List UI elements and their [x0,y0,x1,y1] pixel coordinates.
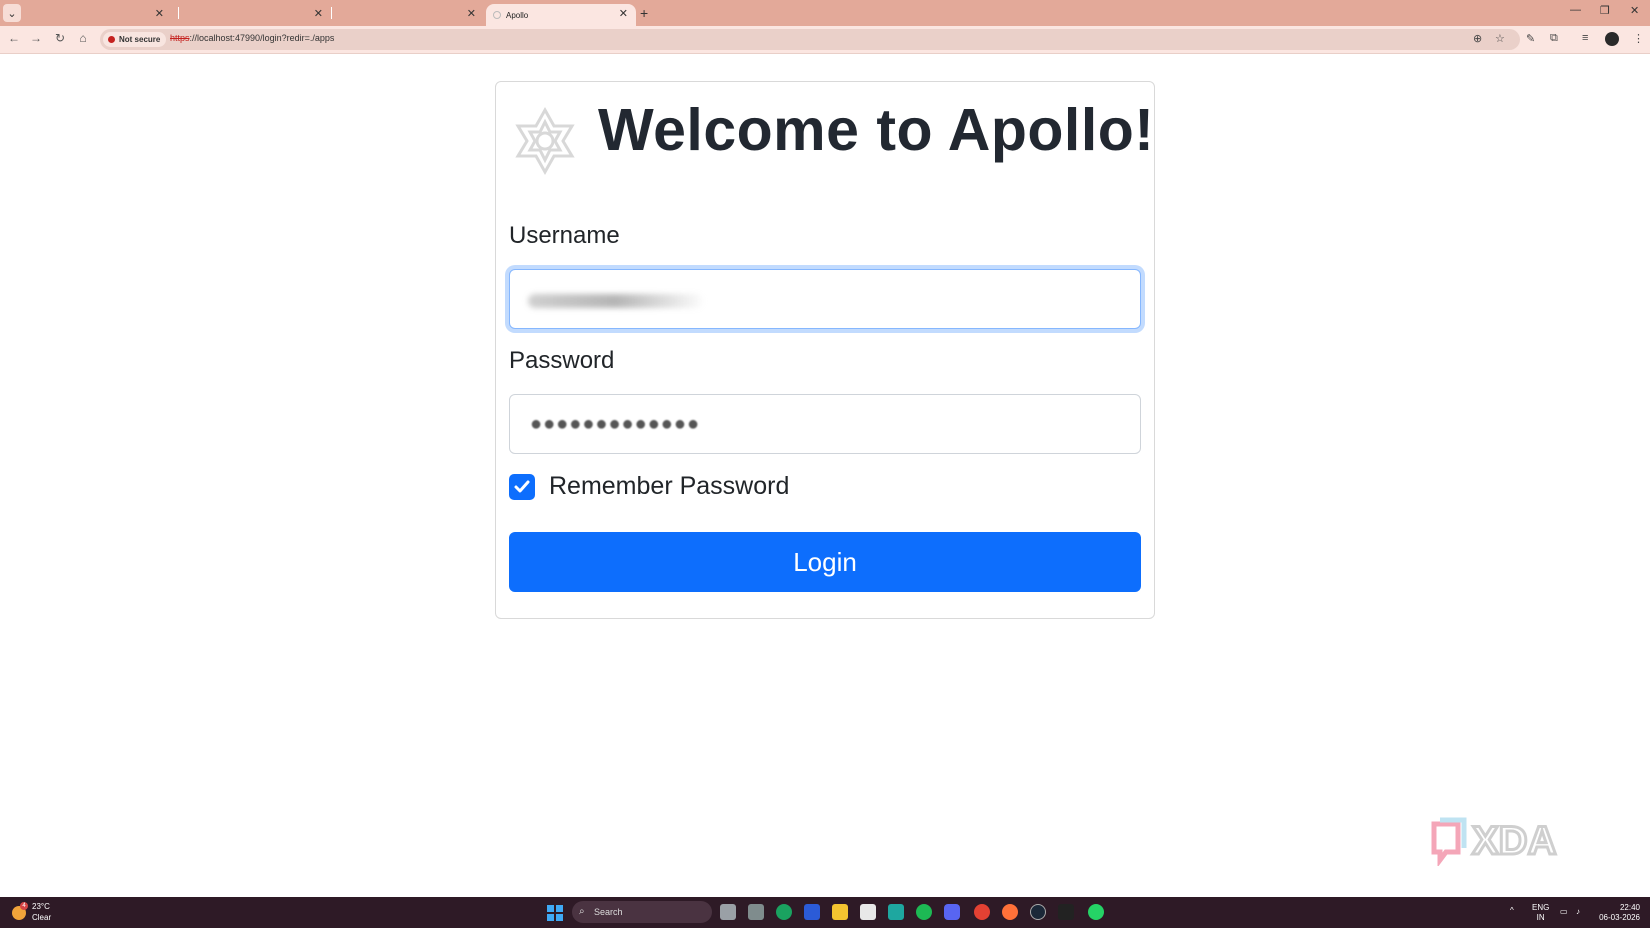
address-bar[interactable]: Not secure https://localhost:47990/login… [100,29,1520,50]
clock[interactable]: 22:40 06-03-2026 [1592,903,1640,923]
security-label: Not secure [119,35,161,44]
task-view-icon[interactable] [720,904,736,920]
url-protocol: https [170,33,190,43]
chrome-icon[interactable] [974,904,990,920]
username-input[interactable] [509,269,1141,329]
browser-tab-1[interactable]: ✕ [22,4,172,26]
windows-start-icon[interactable] [547,905,563,921]
network-icon[interactable]: ▭ [1560,907,1568,917]
browser-tab-apollo[interactable]: Apollo ✕ [486,4,636,26]
close-window-button[interactable]: ✕ [1630,4,1639,17]
firefox-icon[interactable] [1002,904,1018,920]
page-title: Welcome to Apollo! [598,97,1155,163]
kebab-menu-icon[interactable]: ⋮ [1633,32,1644,45]
zoom-icon[interactable]: ⊕ [1473,32,1482,45]
language-bottom: IN [1536,913,1545,922]
weather-badge: 4 [20,902,28,910]
xda-watermark-text: XDA [1472,819,1556,863]
new-tab-button[interactable]: + [640,5,648,21]
profile-avatar[interactable] [1605,32,1619,46]
clock-time: 22:40 [1619,903,1640,912]
close-icon[interactable]: ✕ [314,9,323,20]
tab-title: Apollo [506,10,529,20]
minimize-button[interactable]: — [1570,4,1581,16]
language-top: ENG [1532,903,1550,912]
xda-watermark-logo: XDA [1431,817,1558,866]
home-icon[interactable]: ⌂ [75,31,91,45]
taskbar-search[interactable]: ⌕ Search [572,901,712,923]
url-rest: ://localhost:47990/login?redir=./apps [189,33,335,43]
extension-pin-icon[interactable]: ✎ [1526,32,1535,45]
whatsapp-icon[interactable] [1088,904,1104,920]
language-indicator[interactable]: ENG IN [1532,903,1549,923]
close-icon[interactable]: ✕ [467,9,476,20]
checkmark-icon [514,480,530,493]
spotify-icon[interactable] [916,904,932,920]
forward-arrow-icon[interactable]: → [28,31,44,45]
discord-icon[interactable] [944,904,960,920]
app-icon[interactable] [804,904,820,920]
login-button[interactable]: Login [509,532,1141,592]
apollo-favicon-icon [493,11,501,19]
extensions-puzzle-icon[interactable]: ⧉ [1550,32,1558,45]
search-placeholder: Search [594,907,623,917]
close-icon[interactable]: ✕ [155,9,164,20]
taskbar: 4 23°C Clear ⌕ Search ^ ENG IN ▭ ♪ 22:40… [0,897,1650,928]
browser-toolbar: ← → ↻ ⌂ Not secure https://localhost:479… [0,26,1650,54]
app-icon[interactable] [888,904,904,920]
bookmark-star-icon[interactable]: ☆ [1495,32,1505,45]
media-controls-icon[interactable]: ≡ [1582,32,1588,44]
search-icon: ⌕ [579,906,585,917]
edge-browser-icon[interactable] [776,904,792,920]
remember-password-label[interactable]: Remember Password [549,472,789,501]
weather-widget[interactable]: 4 23°C Clear [12,902,72,924]
security-chip[interactable]: Not secure [103,32,167,47]
login-card: Welcome to Apollo! Username Password ●●●… [495,81,1155,619]
tab-strip: ⌄ ✕ ✕ ✕ Apollo ✕ + — ❐ ✕ [0,0,1650,26]
volume-icon[interactable]: ♪ [1576,907,1580,917]
file-explorer-icon[interactable] [832,904,848,920]
browser-tab-3[interactable]: ✕ [331,4,484,26]
warning-icon [108,36,115,43]
store-icon[interactable] [860,904,876,920]
username-label: Username [509,222,620,249]
remember-password-checkbox[interactable] [509,474,535,500]
restore-button[interactable]: ❐ [1600,4,1610,17]
browser-tab-2[interactable]: ✕ [178,4,331,26]
password-label: Password [509,347,615,374]
weather-temperature: 23°C [32,902,50,911]
clock-date: 06-03-2026 [1599,913,1640,922]
weather-condition: Clear [32,913,52,922]
epic-games-icon[interactable] [1058,904,1074,920]
tab-search-chevron-icon[interactable]: ⌄ [3,4,21,22]
tray-chevron-up-icon[interactable]: ^ [1510,906,1514,916]
steam-icon[interactable] [1030,904,1046,920]
reload-icon[interactable]: ↻ [52,31,68,45]
password-input[interactable]: ●●●●●●●●●●●●● [509,394,1141,454]
close-icon[interactable]: ✕ [619,9,628,20]
redacted-username [528,294,703,308]
apollo-logo-icon [515,106,575,176]
url-text[interactable]: https://localhost:47990/login?redir=./ap… [170,33,334,43]
password-mask: ●●●●●●●●●●●●● [530,413,701,435]
back-arrow-icon[interactable]: ← [6,31,22,45]
widgets-app-icon[interactable] [748,904,764,920]
